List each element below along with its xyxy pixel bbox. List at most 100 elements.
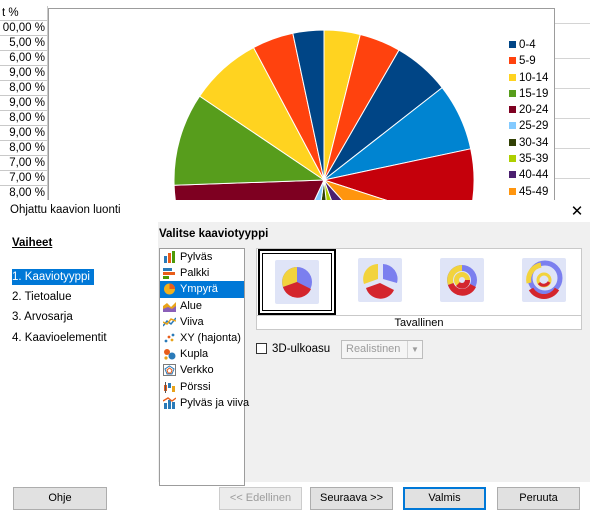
chart-type-label: Viiva (180, 315, 204, 328)
legend-label: 10-14 (519, 71, 549, 84)
chart-type-label: Kupla (180, 348, 209, 361)
legend-entry: 40-44 (509, 167, 548, 183)
scatter-chart-icon (164, 333, 175, 343)
sheet-cell[interactable]: 6,00 % (0, 51, 48, 66)
bar-chart-icon (164, 251, 175, 263)
legend-entry: 35-39 (509, 151, 548, 167)
steps-heading: Vaiheet (12, 237, 53, 249)
variant-label: Tavallinen (257, 315, 581, 330)
legend-label: 35-39 (519, 153, 549, 166)
step-chart-type[interactable]: 1. Kaaviotyyppi (12, 269, 94, 285)
chart-type-label: Alue (180, 299, 203, 312)
chart-type-pie[interactable]: Ympyrä (160, 281, 244, 298)
chart-type-stock[interactable]: Pörssi (160, 379, 244, 395)
cancel-button[interactable]: Peruuta (497, 487, 580, 510)
sheet-cell[interactable]: 9,00 % (0, 96, 48, 111)
chart-legend: 0-4 5-9 10-14 15-19 20-24 25-29 30-34 35-39 40-4… (509, 37, 548, 200)
pie-chart-icon (164, 283, 175, 295)
steps-panel: Vaiheet 1. Kaaviotyyppi 2. Tietoalue 3. … (0, 222, 158, 478)
stock-chart-icon (164, 381, 175, 393)
chart-type-label: Ympyrä (180, 283, 218, 296)
legend-label: 0-4 (519, 39, 536, 51)
legend-swatch (509, 57, 516, 65)
chart-variant-gallery[interactable]: Tavallinen (256, 248, 582, 330)
3d-look-checkbox[interactable] (256, 343, 267, 354)
legend-entry: 20-24 (509, 102, 548, 118)
legend-entry: 45-49 (509, 184, 548, 200)
chart-type-column[interactable]: Pylväs (160, 249, 244, 265)
spreadsheet-background: t % 00,00 % 5,00 % 6,00 % 9,00 % 8,00 % 9,00 %… (0, 0, 590, 200)
legend-label: 25-29 (519, 120, 549, 133)
chart-type-bar[interactable]: Palkki (160, 265, 244, 281)
chevron-down-icon: ▼ (407, 341, 422, 358)
finish-button[interactable]: Valmis (403, 487, 486, 510)
sheet-cell[interactable]: 8,00 % (0, 141, 48, 156)
close-icon[interactable]: ✕ (570, 202, 584, 220)
sheet-cell[interactable]: 9,00 % (0, 126, 48, 141)
exploded-pie-icon (358, 258, 402, 302)
sheet-cell[interactable]: t % (0, 6, 48, 21)
legend-label: 15-19 (519, 87, 549, 100)
normal-pie-icon (275, 260, 319, 304)
sheet-cell[interactable]: 7,00 % (0, 171, 48, 186)
legend-swatch (509, 155, 516, 163)
pie-chart (173, 29, 475, 200)
legend-entry: 30-34 (509, 135, 548, 151)
chart-type-label: Verkko (180, 364, 214, 377)
legend-swatch (509, 187, 516, 195)
3d-look-label[interactable]: 3D-ulkoasu (272, 340, 330, 358)
chart-wizard-dialog: Ohjattu kaavion luonti ✕ Vaiheet 1. Kaav… (0, 200, 590, 517)
exploded-donut-icon (522, 258, 566, 302)
legend-label: 20-24 (519, 104, 549, 117)
chart-type-panel: Valitse kaaviotyyppi Pylväs Palkki Ympyr… (158, 222, 590, 486)
chart-type-column-line[interactable]: Pylväs ja viiva (160, 395, 249, 411)
area-chart-icon (163, 301, 176, 312)
legend-entry: 10-14 (509, 70, 548, 86)
step-data-range[interactable]: 2. Tietoalue (12, 289, 75, 305)
dialog-title: Ohjattu kaavion luonti (10, 204, 121, 216)
chart-type-net[interactable]: Verkko (160, 362, 244, 378)
legend-entry: 0-4 (509, 37, 548, 53)
chart-type-area[interactable]: Alue (160, 298, 244, 314)
legend-swatch (509, 73, 516, 81)
sheet-cell[interactable]: 5,00 % (0, 36, 48, 51)
chart-type-list[interactable]: Pylväs Palkki Ympyrä Alue Viiva XY (hajo… (159, 248, 249, 486)
chart-type-label: XY (hajonta) (180, 331, 241, 344)
donut-icon (440, 258, 484, 302)
net-chart-icon (163, 364, 176, 377)
sheet-cell[interactable]: 8,00 % (0, 81, 48, 96)
legend-swatch (509, 89, 516, 97)
variant-donut[interactable] (425, 249, 503, 315)
next-button[interactable]: Seuraava >> (310, 487, 393, 510)
chart-type-heading: Valitse kaaviotyyppi (159, 228, 269, 240)
3d-scheme-select[interactable]: Realistinen ▼ (341, 340, 423, 359)
bubble-chart-icon (164, 349, 176, 360)
variant-exploded[interactable] (343, 249, 421, 315)
sheet-cell[interactable]: 7,00 % (0, 156, 48, 171)
legend-swatch (509, 106, 516, 114)
help-button[interactable]: Ohje (13, 487, 107, 510)
chart-type-label: Pylväs (180, 251, 213, 263)
sheet-cell[interactable]: 00,00 % (0, 21, 48, 36)
step-chart-elements[interactable]: 4. Kaavioelementit (12, 330, 111, 346)
sheet-cell[interactable]: 9,00 % (0, 66, 48, 81)
chart-type-bubble[interactable]: Kupla (160, 346, 244, 362)
sheet-cell[interactable]: 8,00 % (0, 111, 48, 126)
variant-exploded-donut[interactable] (507, 249, 585, 315)
chart-type-label: Palkki (180, 267, 210, 280)
chart-type-xy-scatter[interactable]: XY (hajonta) (160, 330, 244, 346)
back-button[interactable]: << Edellinen (219, 487, 302, 510)
legend-entry: 25-29 (509, 118, 548, 134)
legend-label: 40-44 (519, 169, 549, 182)
3d-scheme-value: Realistinen (346, 343, 401, 355)
variant-normal[interactable] (258, 249, 336, 315)
sheet-cell[interactable]: 8,00 % (0, 186, 48, 200)
chart-type-label: Pörssi (180, 380, 211, 393)
step-data-series[interactable]: 3. Arvosarja (12, 309, 77, 325)
line-chart-icon (163, 317, 176, 327)
chart-frame[interactable]: 0-4 5-9 10-14 15-19 20-24 25-29 30-34 35-39 40-4… (48, 8, 555, 200)
chart-type-line[interactable]: Viiva (160, 314, 244, 330)
legend-swatch (509, 171, 516, 179)
legend-swatch (509, 122, 516, 130)
legend-label: 30-34 (519, 136, 549, 149)
